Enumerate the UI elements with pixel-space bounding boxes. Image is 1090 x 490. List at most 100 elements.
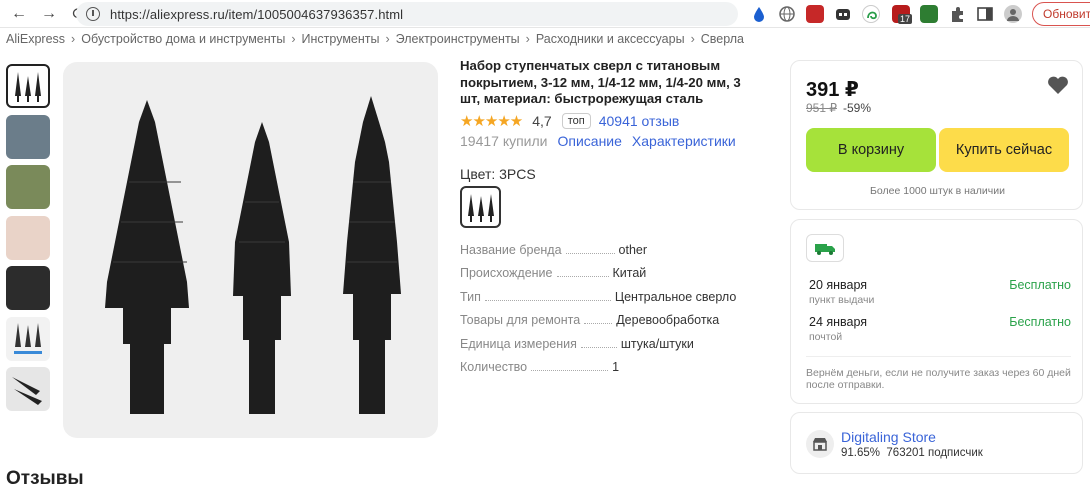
store-subscribers: 763201 подписчик (886, 447, 983, 459)
delivery-method: пункт выдачи (809, 294, 875, 306)
browser-toolbar: ← → ⟳ https://aliexpress.ru/item/1005004… (0, 0, 1090, 28)
site-info-icon[interactable] (86, 7, 100, 21)
old-price: 951 ₽ (806, 101, 837, 115)
stock-info: Более 1000 штук в наличии (870, 185, 1005, 197)
sold-row: 19417 купили Описание Характеристики (460, 133, 736, 149)
discount-badge: -59% (843, 101, 872, 115)
spec-row: Количество 1 (460, 360, 760, 383)
delivery-method: почтой (809, 331, 843, 343)
reviews-link[interactable]: 40941 отзыв (599, 113, 680, 129)
rating-row: ★★★★★ 4,7 топ 40941 отзыв (460, 112, 679, 130)
spec-row: Название бренда other (460, 243, 760, 266)
delivery-truck-icon (806, 234, 844, 262)
spec-leader (584, 316, 613, 325)
color-option-3pcs[interactable] (460, 186, 501, 228)
delivery-price: Бесплатно (1009, 315, 1071, 329)
thumbnail-hand-holding[interactable] (6, 215, 50, 260)
refund-guarantee: Вернём деньги, если не получите заказ че… (806, 367, 1071, 391)
thumbnail-gallery (6, 64, 54, 418)
delivery-option[interactable]: 24 января почтой Бесплатно (809, 315, 1071, 343)
spec-leader (580, 340, 617, 348)
extension-badge-icon[interactable]: 17 (892, 5, 913, 24)
spec-row: Товары для ремонта Деревообработка (460, 313, 760, 336)
spec-value: Центральное сверло (614, 289, 737, 304)
breadcrumb: AliExpress › Обустройство дома и инструме… (6, 30, 744, 48)
store-stats: 91.65% 763201 подписчик (841, 447, 983, 459)
thumbnail-dark-drills[interactable] (6, 266, 50, 310)
store-rating: 91.65% (841, 447, 881, 459)
add-to-cart-button[interactable]: В корзину (806, 128, 936, 172)
spec-leader (556, 269, 609, 278)
color-label: Цвет: 3PCS (460, 166, 536, 182)
water-drop-icon[interactable] (750, 5, 768, 23)
specs-link[interactable]: Характеристики (632, 133, 736, 149)
spec-value: other (618, 243, 648, 257)
thumbnail-drilling-photo[interactable] (6, 114, 50, 159)
back-icon[interactable]: ← (8, 3, 30, 25)
url-text: https://aliexpress.ru/item/1005004637936… (110, 6, 404, 22)
spec-value: штука/штуки (620, 336, 694, 351)
breadcrumb-item[interactable]: Инструменты (302, 32, 380, 46)
spec-key: Товары для ремонта (460, 313, 581, 328)
sold-count: 19417 купили (460, 133, 548, 149)
thumbnail-drill-in-use[interactable] (6, 165, 50, 209)
thumbnail-drill-sizes[interactable] (6, 316, 50, 361)
spec-leader (531, 363, 609, 371)
buy-now-button[interactable]: Купить сейчас (939, 128, 1069, 172)
rating-value: 4,7 (532, 113, 552, 129)
spec-value: Деревообработка (616, 313, 720, 328)
breadcrumb-item[interactable]: Электроинструменты (396, 32, 520, 46)
delivery-price: Бесплатно (1009, 278, 1071, 292)
address-bar[interactable]: https://aliexpress.ru/item/1005004637936… (76, 2, 738, 26)
wishlist-heart-icon[interactable] (1047, 75, 1069, 101)
extension-swirl-icon[interactable] (862, 5, 880, 23)
specs-list: Название бренда other Происхождение Китай … (460, 243, 760, 383)
globe-icon[interactable] (778, 5, 796, 23)
update-browser-button[interactable]: Обновить (1032, 2, 1090, 26)
spec-key: Единица измерения (460, 336, 577, 351)
spec-row: Тип Центральное сверло (460, 290, 760, 313)
extension-red-icon[interactable] (806, 5, 824, 23)
top-badge: топ (561, 113, 591, 129)
forward-icon[interactable]: → (38, 3, 60, 25)
breadcrumb-item[interactable]: AliExpress (6, 32, 65, 46)
price: 391 ₽ (806, 79, 859, 101)
spec-key: Количество (460, 359, 528, 374)
description-link[interactable]: Описание (558, 133, 622, 149)
extensions-puzzle-icon[interactable] (948, 5, 966, 23)
product-title: Набор ступенчатых сверл с титановым покр… (460, 58, 741, 106)
extension-ghost-icon[interactable] (834, 5, 852, 23)
chevron-right-icon: › (71, 32, 76, 46)
spec-key: Происхождение (460, 266, 553, 281)
chevron-right-icon: › (385, 32, 390, 46)
store-name[interactable]: Digitaling Store (841, 429, 936, 445)
chevron-right-icon: › (525, 32, 530, 46)
store-icon (806, 430, 834, 458)
spec-leader (565, 246, 615, 254)
spec-row: Происхождение Китай (460, 266, 760, 289)
divider (806, 356, 1071, 357)
delivery-card: 20 января пункт выдачи Бесплатно 24 янва… (790, 219, 1083, 404)
extension-badge-count: 17 (898, 14, 913, 24)
store-card[interactable]: Digitaling Store 91.65% 763201 подписчик (790, 412, 1083, 474)
main-product-image[interactable] (63, 62, 438, 438)
extension-green-icon[interactable] (920, 5, 938, 23)
spec-value: 1 (612, 359, 620, 374)
spec-value: Китай (612, 266, 647, 281)
thumbnail-drills-set[interactable] (6, 64, 50, 108)
side-panel-icon[interactable] (976, 5, 994, 23)
breadcrumb-item[interactable]: Расходники и аксессуары (536, 32, 685, 46)
spec-key: Тип (460, 289, 481, 304)
breadcrumb-item[interactable]: Обустройство дома и инструменты (81, 32, 285, 46)
reviews-heading: Отзывы (6, 468, 84, 489)
breadcrumb-item[interactable]: Сверла (701, 32, 744, 46)
thumbnail-drill-angle[interactable] (6, 367, 50, 411)
spec-row: Единица измерения штука/штуки (460, 337, 760, 360)
spec-key: Название бренда (460, 243, 562, 257)
chevron-right-icon: › (291, 32, 296, 46)
delivery-option[interactable]: 20 января пункт выдачи Бесплатно (809, 278, 1071, 306)
profile-avatar-icon[interactable] (1004, 5, 1022, 23)
star-rating-icon: ★★★★★ (460, 113, 523, 130)
price-card: 391 ₽ 951 ₽ -59% В корзину Купить сейчас… (790, 60, 1083, 210)
chevron-right-icon: › (690, 32, 695, 46)
